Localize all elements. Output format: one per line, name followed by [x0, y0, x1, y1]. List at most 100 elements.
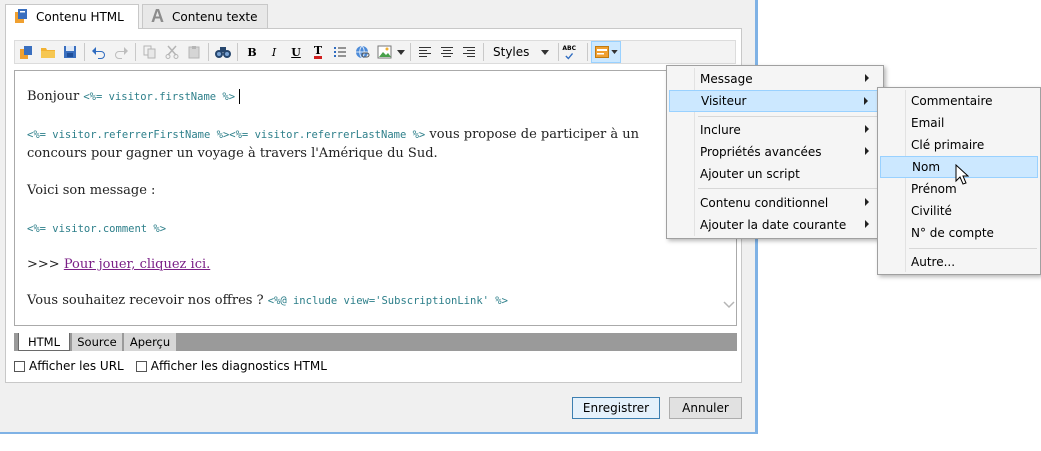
submenu-item-primary-key[interactable]: Clé primaire: [880, 134, 1038, 156]
editor-line-referrer: <%= visitor.referrerFirstName %><%= visi…: [27, 127, 639, 142]
code-subscription-include: <%@ include view='SubscriptionLink' %>: [267, 295, 508, 307]
text-color-icon[interactable]: T: [307, 41, 329, 63]
align-center-icon[interactable]: [436, 41, 458, 63]
align-left-icon[interactable]: [414, 41, 436, 63]
menu-item-add-script[interactable]: Ajouter un script: [669, 163, 881, 185]
list-icon[interactable]: [329, 41, 351, 63]
editor-line-contest: concours pour gagner un voyage à travers…: [27, 146, 438, 161]
menu-item-label: Ajouter la date courante: [700, 218, 847, 232]
editor-line-offers: Vous souhaitez recevoir nos offres ? <%@…: [27, 293, 508, 308]
undo-icon[interactable]: [88, 41, 110, 63]
menu-item-conditional-content[interactable]: Contenu conditionnel: [669, 192, 881, 214]
image-icon[interactable]: [373, 41, 395, 63]
menu-item-advanced-properties[interactable]: Propriétés avancées: [669, 141, 881, 163]
toolbar-separator: [587, 43, 589, 61]
submenu-arrow-icon: [865, 147, 869, 155]
checkmark-icon: [565, 53, 574, 60]
toolbar-separator: [410, 43, 411, 61]
menu-item-visitor[interactable]: Visiteur: [669, 90, 881, 112]
view-tab-preview[interactable]: Aperçu: [124, 333, 176, 351]
submenu-arrow-icon: [865, 125, 869, 133]
insert-menu: Message Visiteur Inclure Propriétés avan…: [666, 65, 884, 239]
html-content-icon: [14, 8, 28, 27]
menu-separator: [698, 188, 880, 189]
view-tabs: HTML Source Aperçu: [14, 333, 737, 351]
submenu-item-other[interactable]: Autre...: [880, 251, 1038, 273]
spellcheck-icon[interactable]: ABC: [562, 41, 584, 63]
editor-line-link: >>> Pour jouer, cliquez ici.: [27, 257, 210, 272]
menu-item-include[interactable]: Inclure: [669, 119, 881, 141]
menu-item-label: Propriétés avancées: [700, 145, 822, 159]
menu-item-message[interactable]: Message: [669, 68, 881, 90]
show-urls-label: Afficher les URL: [29, 359, 124, 373]
editor-line-comment: <%= visitor.comment %>: [27, 221, 166, 236]
show-diagnostics-label: Afficher les diagnostics HTML: [150, 359, 327, 373]
checkbox-box[interactable]: [135, 360, 147, 372]
menu-item-add-current-date[interactable]: Ajouter la date courante: [669, 214, 881, 236]
html-editor[interactable]: Bonjour <%= visitor.firstName %> <%= vis…: [14, 70, 737, 326]
tab-text-content[interactable]: A Contenu texte: [142, 4, 268, 28]
submenu-arrow-icon: [864, 97, 868, 105]
find-icon[interactable]: [212, 41, 234, 63]
referrer-text: vous propose de participer à un: [429, 127, 640, 142]
editor-line-greeting: Bonjour <%= visitor.firstName %>: [27, 89, 241, 104]
image-dropdown-arrow-icon[interactable]: [395, 41, 407, 63]
cancel-button[interactable]: Annuler: [669, 397, 742, 419]
new-icon[interactable]: [15, 41, 37, 63]
menu-separator: [698, 116, 880, 117]
cut-icon[interactable]: [161, 41, 183, 63]
copy-icon[interactable]: [139, 41, 161, 63]
menu-item-label: Ajouter un script: [700, 167, 800, 181]
chevron-down-icon: [611, 50, 618, 54]
show-diagnostics-checkbox[interactable]: Afficher les diagnostics HTML: [135, 359, 327, 373]
menu-item-label: Visiteur: [701, 94, 747, 108]
text-content-icon: A: [151, 6, 164, 26]
display-options: Afficher les URL Afficher les diagnostic…: [14, 359, 327, 373]
styles-dropdown[interactable]: Styles: [487, 45, 555, 59]
play-link[interactable]: Pour jouer, cliquez ici.: [64, 257, 210, 272]
offers-text: Vous souhaitez recevoir nos offres ?: [27, 293, 264, 308]
italic-icon[interactable]: I: [263, 41, 285, 63]
chevron-down-icon: [541, 49, 550, 55]
paste-icon[interactable]: [183, 41, 205, 63]
underline-icon[interactable]: U: [285, 41, 307, 63]
view-tab-html[interactable]: HTML: [18, 333, 70, 351]
show-urls-checkbox[interactable]: Afficher les URL: [14, 359, 124, 373]
scroll-down-icon[interactable]: [723, 297, 735, 313]
checkbox-box[interactable]: [14, 360, 25, 372]
submenu-item-account-number[interactable]: N° de compte: [880, 222, 1038, 244]
tab-html-label: Contenu HTML: [36, 10, 124, 24]
styles-label: Styles: [493, 45, 530, 59]
menu-item-label: Contenu conditionnel: [700, 196, 829, 210]
text-color-glyph: T: [313, 44, 323, 59]
text-cursor: [239, 89, 241, 104]
personalization-icon[interactable]: [591, 41, 622, 63]
submenu-item-comment[interactable]: Commentaire: [880, 90, 1038, 112]
align-right-icon[interactable]: [458, 41, 480, 63]
toolbar-separator: [84, 43, 85, 61]
link-prefix: >>>: [27, 257, 60, 272]
spellcheck-label: ABC: [562, 44, 577, 52]
link-icon[interactable]: [351, 41, 373, 63]
save-icon[interactable]: [59, 41, 81, 63]
editor-toolbar: B I U T Styles ABC: [14, 40, 736, 64]
toolbar-separator: [558, 43, 560, 61]
submenu-arrow-icon: [865, 198, 869, 206]
save-button[interactable]: Enregistrer: [572, 397, 660, 419]
window-border-bottom: [0, 432, 758, 434]
code-first-name: <%= visitor.firstName %>: [83, 91, 236, 103]
toolbar-separator: [237, 43, 238, 61]
tab-html-content[interactable]: Contenu HTML: [5, 4, 139, 29]
view-tab-source[interactable]: Source: [72, 333, 122, 351]
tab-text-label: Contenu texte: [172, 9, 258, 24]
open-folder-icon[interactable]: [37, 41, 59, 63]
menu-item-label: Inclure: [700, 123, 741, 137]
bold-icon[interactable]: B: [241, 41, 263, 63]
greeting-text: Bonjour: [27, 89, 80, 104]
submenu-item-salutation[interactable]: Civilité: [880, 200, 1038, 222]
code-comment: <%= visitor.comment %>: [27, 223, 167, 235]
code-referrer-name: <%= visitor.referrerFirstName %><%= visi…: [27, 129, 426, 141]
redo-icon[interactable]: [110, 41, 132, 63]
submenu-item-email[interactable]: Email: [880, 112, 1038, 134]
toolbar-separator: [483, 43, 484, 61]
